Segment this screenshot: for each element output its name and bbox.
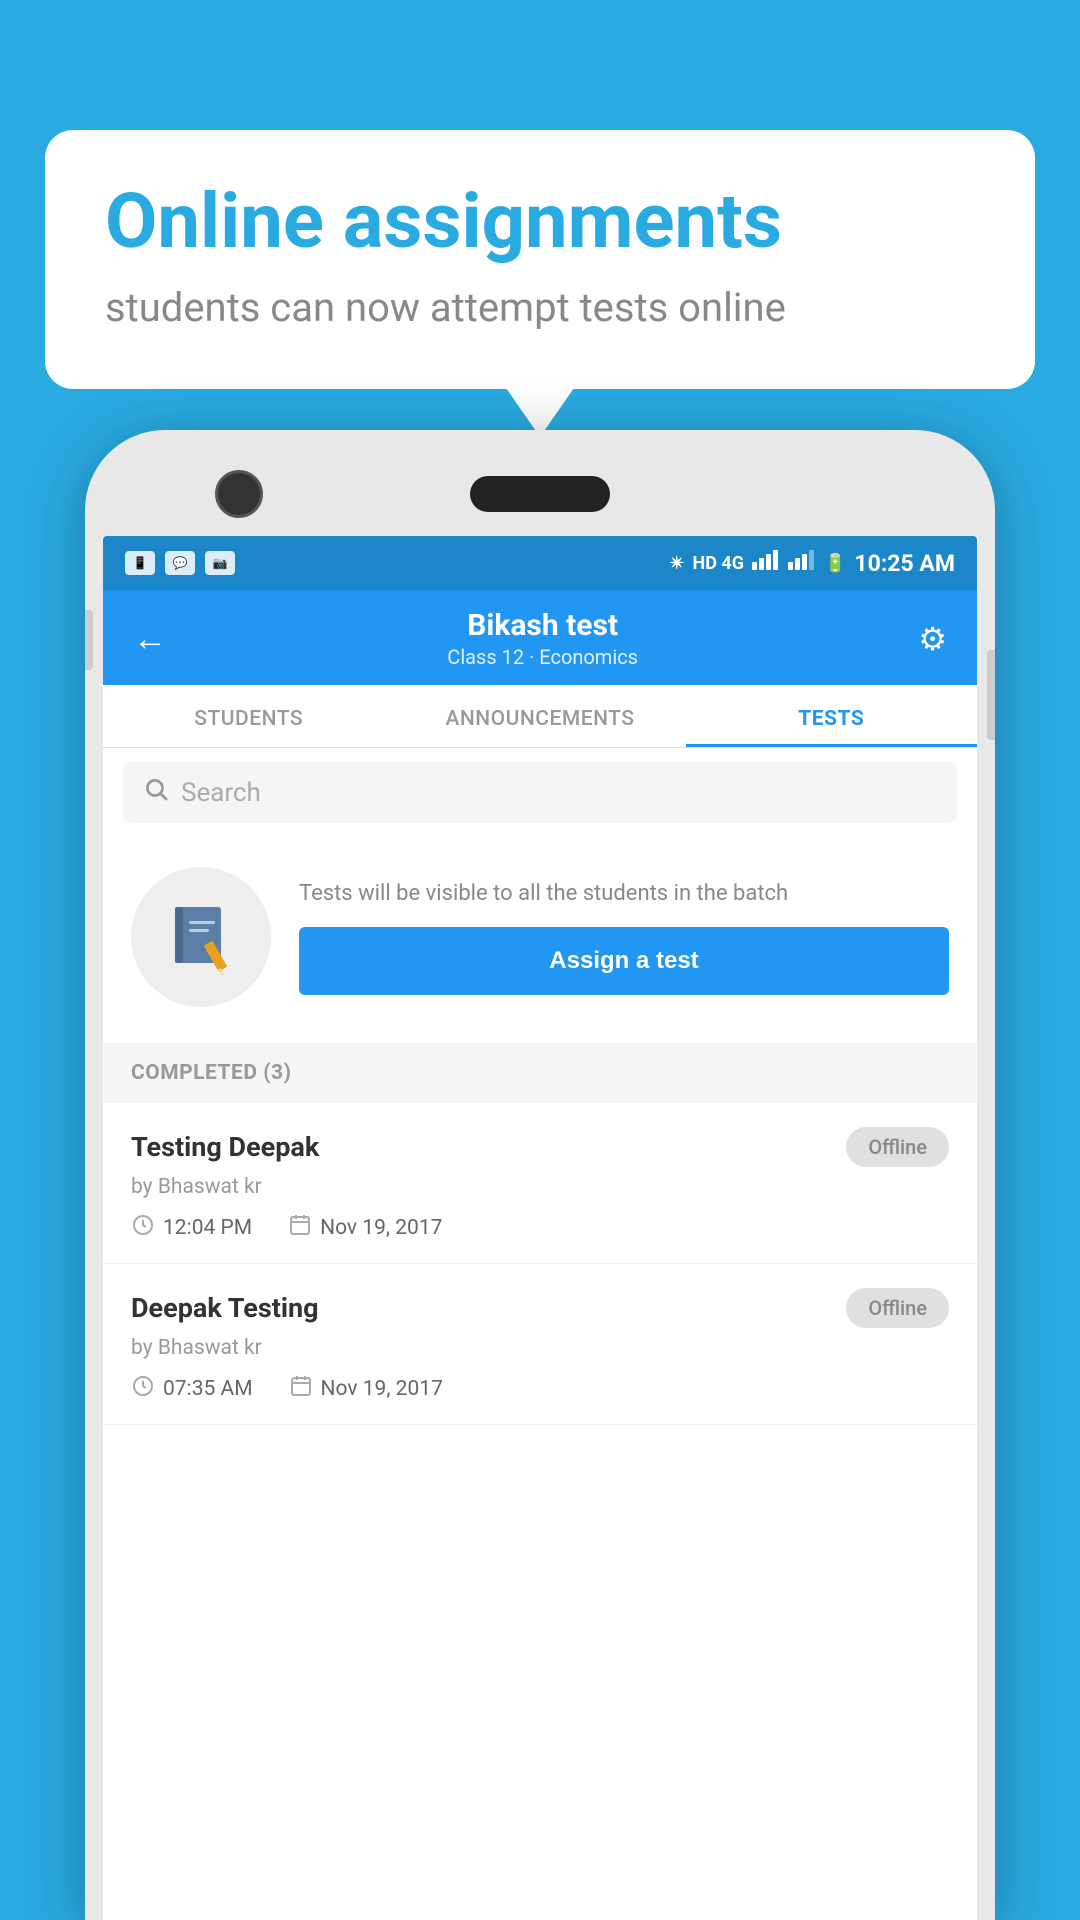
search-placeholder: Search: [181, 778, 261, 808]
battery-icon: 🔋: [824, 553, 846, 574]
test-item-header: Deepak Testing Offline: [131, 1288, 949, 1328]
tabs-bar: STUDENTS ANNOUNCEMENTS TESTS: [103, 685, 977, 748]
assign-test-button[interactable]: Assign a test: [299, 927, 949, 995]
search-box[interactable]: Search: [123, 762, 957, 823]
bluetooth-icon: ✴: [669, 553, 684, 574]
test-date-value: Nov 19, 2017: [321, 1377, 443, 1401]
search-icon: [143, 776, 169, 809]
test-by: by Bhaswat kr: [131, 1336, 949, 1360]
test-date: Nov 19, 2017: [289, 1374, 443, 1404]
test-time-value: 07:35 AM: [163, 1377, 253, 1401]
phone-power-button: [987, 650, 995, 740]
status-bar: 📱 💬 📷 ✴ HD 4G: [103, 536, 977, 590]
app-bar-subtitle: Class 12 · Economics: [447, 645, 638, 669]
test-meta: 07:35 AM Nov 19, 2017: [131, 1374, 949, 1404]
status-time: 10:25 AM: [854, 550, 955, 577]
phone-screen: 📱 💬 📷 ✴ HD 4G: [103, 536, 977, 1920]
app-icon-1: 📱: [125, 551, 155, 575]
back-button[interactable]: ←: [127, 613, 173, 665]
test-item[interactable]: Testing Deepak Offline by Bhaswat kr 12:…: [103, 1103, 977, 1264]
test-time: 07:35 AM: [131, 1374, 253, 1404]
test-date: Nov 19, 2017: [288, 1213, 442, 1243]
test-meta: 12:04 PM Nov 19, 2017: [131, 1213, 949, 1243]
test-time: 12:04 PM: [131, 1213, 252, 1243]
whatsapp-icon: 💬: [165, 551, 195, 575]
photo-icon: 📷: [205, 551, 235, 575]
status-badge: Offline: [846, 1288, 949, 1328]
status-bar-right: ✴ HD 4G: [669, 550, 955, 577]
phone-volume-button: [85, 610, 93, 670]
phone-earpiece: [470, 476, 610, 512]
search-container: Search: [103, 748, 977, 837]
speech-bubble: Online assignments students can now atte…: [45, 130, 1035, 389]
test-by: by Bhaswat kr: [131, 1175, 949, 1199]
completed-section-header: COMPLETED (3): [103, 1043, 977, 1103]
assign-right: Tests will be visible to all the student…: [299, 879, 949, 996]
test-item-header: Testing Deepak Offline: [131, 1127, 949, 1167]
calendar-icon: [288, 1213, 312, 1243]
app-bar-title: Bikash test: [447, 608, 638, 643]
phone-device: 📱 💬 📷 ✴ HD 4G: [85, 430, 995, 1920]
network-label: HD 4G: [693, 553, 744, 574]
bubble-subtitle: students can now attempt tests online: [105, 282, 975, 334]
settings-button[interactable]: ⚙: [912, 614, 953, 664]
app-bar-center: Bikash test Class 12 · Economics: [447, 608, 638, 669]
tab-announcements[interactable]: ANNOUNCEMENTS: [394, 685, 685, 747]
test-item-title: Testing Deepak: [131, 1131, 319, 1163]
test-item-title: Deepak Testing: [131, 1292, 319, 1324]
clock-icon: [131, 1213, 155, 1243]
assign-test-section: Tests will be visible to all the student…: [103, 837, 977, 1043]
test-icon-circle: [131, 867, 271, 1007]
test-time-value: 12:04 PM: [163, 1216, 252, 1240]
app-bar: ← Bikash test Class 12 · Economics ⚙: [103, 590, 977, 685]
bubble-title: Online assignments: [105, 180, 975, 264]
signal-icon: [752, 550, 780, 576]
test-date-value: Nov 19, 2017: [320, 1216, 442, 1240]
tab-tests[interactable]: TESTS: [686, 685, 977, 747]
calendar-icon: [289, 1374, 313, 1404]
signal-icon-2: [788, 550, 816, 576]
status-bar-left: 📱 💬 📷: [125, 551, 235, 575]
test-item[interactable]: Deepak Testing Offline by Bhaswat kr 07:…: [103, 1264, 977, 1425]
phone-camera: [215, 470, 263, 518]
tab-students[interactable]: STUDENTS: [103, 685, 394, 747]
status-badge: Offline: [846, 1127, 949, 1167]
clock-icon: [131, 1374, 155, 1404]
assign-description: Tests will be visible to all the student…: [299, 879, 949, 910]
